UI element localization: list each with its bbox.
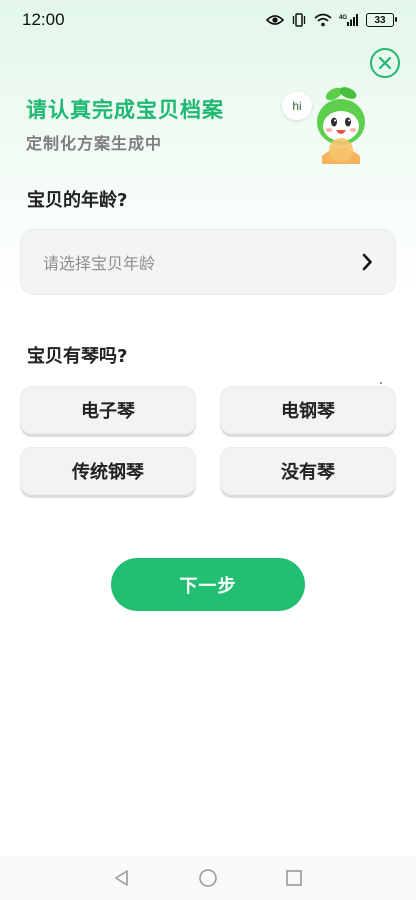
eye-icon — [266, 14, 284, 26]
system-nav-bar — [0, 856, 416, 900]
recents-button[interactable] — [284, 868, 304, 888]
piano-section-label: 宝贝有琴吗? — [27, 346, 128, 367]
battery-level: 33 — [374, 14, 386, 26]
home-icon — [199, 869, 217, 887]
recents-icon — [286, 870, 302, 886]
option-electronic-keyboard[interactable]: 电子琴 — [20, 386, 196, 434]
signal-icon: 4G — [339, 13, 359, 27]
status-bar: 12:00 4G 33 — [0, 0, 416, 40]
back-icon — [115, 870, 128, 886]
mascot: hi — [282, 84, 368, 170]
decorative-dot — [380, 382, 382, 384]
age-placeholder: 请选择宝贝年龄 — [43, 254, 156, 273]
speech-bubble: hi — [282, 92, 312, 120]
option-digital-piano[interactable]: 电钢琴 — [220, 386, 396, 434]
battery-icon: 33 — [366, 13, 397, 27]
page-subtitle: 定制化方案生成中 — [26, 134, 163, 153]
vibrate-icon — [291, 13, 307, 27]
close-button[interactable] — [370, 48, 400, 78]
wifi-icon — [314, 13, 332, 27]
status-time: 12:00 — [22, 10, 65, 29]
option-no-piano[interactable]: 没有琴 — [220, 447, 396, 495]
home-button[interactable] — [198, 868, 218, 888]
signal-label: 4G — [339, 15, 347, 21]
status-icons: 4G 33 — [266, 13, 397, 27]
age-select[interactable]: 请选择宝贝年龄 — [20, 229, 396, 295]
page-title: 请认真完成宝贝档案 — [26, 98, 224, 122]
next-button[interactable]: 下一步 — [111, 558, 305, 611]
mascot-icon — [317, 87, 365, 164]
age-section-label: 宝贝的年龄? — [27, 190, 128, 211]
option-acoustic-piano[interactable]: 传统钢琴 — [20, 447, 196, 495]
close-icon — [378, 56, 392, 70]
speech-bubble-text: hi — [292, 99, 302, 113]
back-button[interactable] — [112, 868, 132, 888]
chevron-right-icon — [362, 253, 372, 271]
